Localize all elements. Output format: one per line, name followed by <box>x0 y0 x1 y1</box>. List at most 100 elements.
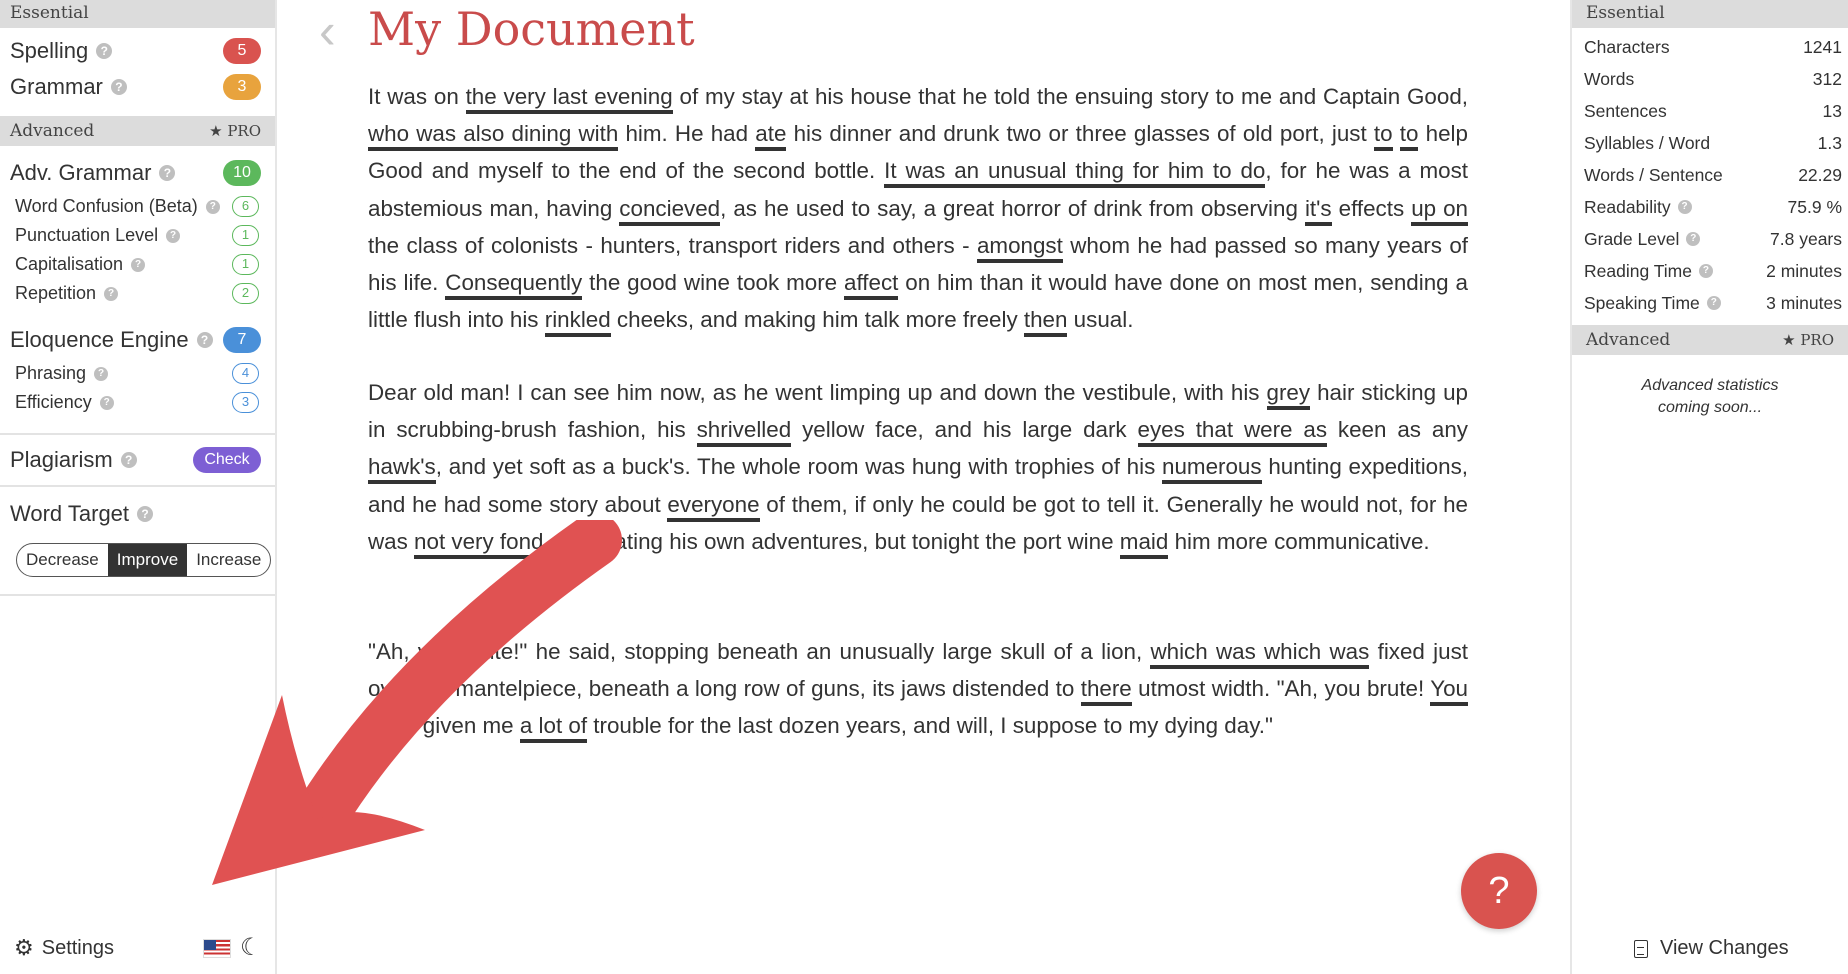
suggestion-highlight[interactable]: which was which was <box>1150 639 1370 669</box>
suggestion-highlight[interactable]: up on <box>1411 195 1469 226</box>
suggestion-highlight[interactable]: hawk's <box>368 454 436 485</box>
repetition-row[interactable]: Repetition ? 2 <box>0 279 275 308</box>
stat-syllables-per-word: Syllables / Word 1.3 <box>1584 132 1842 153</box>
suggestion-highlight[interactable]: a lot of <box>519 713 588 744</box>
suggestion-highlight[interactable]: it's <box>1304 195 1332 226</box>
help-question-icon[interactable]: ? <box>99 395 114 410</box>
suggestion-highlight[interactable]: to <box>1399 121 1419 152</box>
help-question-icon[interactable]: ? <box>1698 264 1713 278</box>
text-run: his dinner and drunk two or three glasse… <box>786 121 1374 147</box>
stat-words-per-sentence: Words / Sentence 22.29 <box>1584 164 1842 185</box>
plagiarism-check-button[interactable]: Check <box>193 447 261 473</box>
improve-button[interactable]: Improve <box>107 544 188 576</box>
moon-icon[interactable]: ☾ <box>240 933 262 962</box>
spelling-row[interactable]: Spelling ? 5 <box>0 32 275 70</box>
document-title[interactable]: My Document <box>368 0 695 58</box>
help-question-icon[interactable]: ? <box>96 43 113 59</box>
suggestion-highlight[interactable]: then <box>1023 307 1068 338</box>
text-run: utmost width. "Ah, you brute! <box>1131 676 1431 702</box>
text-run: keen as any <box>1327 417 1468 443</box>
suggestion-highlight[interactable]: to <box>1373 121 1393 152</box>
punctuation-count: 1 <box>232 225 259 246</box>
spelling-label: Spelling <box>10 38 89 63</box>
help-question-icon[interactable]: ? <box>205 199 220 214</box>
suggestion-highlight[interactable]: maid <box>1119 528 1169 559</box>
help-button[interactable]: ? <box>1461 853 1537 929</box>
text-run: , and yet soft as a buck's. The whole ro… <box>435 454 1163 480</box>
suggestion-highlight[interactable]: there <box>1080 676 1132 707</box>
phrasing-row[interactable]: Phrasing ? 4 <box>0 359 275 388</box>
us-flag-icon[interactable] <box>203 939 231 958</box>
essential-header: Essential <box>0 0 275 28</box>
suggestion-highlight[interactable]: You <box>1430 676 1468 707</box>
punctuation-label: Punctuation Level <box>15 225 159 245</box>
chevron-left-icon[interactable]: ‹ <box>319 6 336 56</box>
phrasing-count: 4 <box>232 363 259 384</box>
divider <box>0 594 275 596</box>
suggestion-highlight[interactable]: concieved <box>619 195 721 226</box>
suggestion-highlight[interactable]: ate <box>755 121 787 152</box>
help-question-icon[interactable]: ? <box>110 78 127 95</box>
help-question-icon[interactable]: ? <box>1706 296 1721 310</box>
help-question-icon[interactable]: ? <box>137 506 154 522</box>
suggestion-highlight[interactable]: everyone <box>667 491 760 522</box>
paragraph-2[interactable]: Dear old man! I can see him now, as he w… <box>368 374 1468 560</box>
suggestion-highlight[interactable]: the very last evening <box>465 84 673 114</box>
suggestion-highlight[interactable]: who was also dining with <box>368 121 619 152</box>
help-question-icon[interactable]: ? <box>166 228 181 243</box>
help-question-icon[interactable]: ? <box>1686 232 1701 246</box>
stat-grade-level: Grade Level? 7.8 years <box>1584 228 1842 249</box>
help-question-icon[interactable]: ? <box>94 366 109 381</box>
text-run: the class of colonists - hunters, transp… <box>368 232 977 258</box>
suggestion-highlight[interactable]: affect <box>844 270 899 301</box>
help-question-icon[interactable]: ? <box>196 332 213 348</box>
text-run: effects <box>1331 195 1412 221</box>
left-sidebar: Essential Spelling ? 5 Grammar ? 3 Advan… <box>0 0 277 974</box>
advanced-header-label: Advanced <box>10 121 95 141</box>
increase-button[interactable]: Increase <box>187 544 270 576</box>
plagiarism-label: Plagiarism <box>10 447 113 472</box>
help-question-icon[interactable]: ? <box>120 452 137 468</box>
help-question-icon[interactable]: ? <box>104 286 119 301</box>
suggestion-highlight[interactable]: rinkled <box>544 307 611 338</box>
help-question-icon[interactable]: ? <box>159 165 176 181</box>
suggestion-highlight[interactable]: not very fond <box>414 528 544 559</box>
help-question-icon[interactable]: ? <box>1677 200 1692 214</box>
capitalisation-row[interactable]: Capitalisation ? 1 <box>0 250 275 279</box>
repetition-label: Repetition <box>15 283 97 303</box>
text-run: usual. <box>1067 307 1134 333</box>
stat-speaking-time: Speaking Time? 3 minutes <box>1584 292 1842 313</box>
text-run: him. He had <box>618 121 756 147</box>
text-run: Dear old man! I can see him now, as he w… <box>368 380 1267 405</box>
document-icon <box>1634 939 1648 958</box>
suggestion-highlight[interactable]: It was an unusual thing for him to do <box>884 158 1266 189</box>
suggestion-highlight[interactable]: shrivelled <box>696 417 792 448</box>
decrease-button[interactable]: Decrease <box>17 544 108 576</box>
eloquence-row[interactable]: Eloquence Engine ? 7 <box>0 321 275 359</box>
grammar-row[interactable]: Grammar ? 3 <box>0 70 275 103</box>
word-confusion-label: Word Confusion (Beta) <box>15 196 198 216</box>
view-changes-button[interactable]: View Changes <box>1634 937 1789 960</box>
phrasing-label: Phrasing <box>15 363 87 383</box>
efficiency-row[interactable]: Efficiency ? 3 <box>0 388 275 417</box>
paragraph-3[interactable]: "Ah, you brute!" he said, stopping benea… <box>368 633 1468 745</box>
stat-words: Words 312 <box>1584 68 1842 89</box>
paragraph-1[interactable]: It was on the very last evening of my st… <box>368 78 1469 338</box>
editor-area: ‹ My Document It was on the very last ev… <box>279 0 1570 974</box>
suggestion-highlight[interactable]: Consequently <box>445 270 583 301</box>
settings-button[interactable]: ⚙ Settings <box>14 935 114 961</box>
adv-grammar-label: Adv. Grammar <box>10 160 152 185</box>
word-confusion-row[interactable]: Word Confusion (Beta) ? 6 <box>0 192 275 221</box>
stat-readability: Readability? 75.9 % <box>1584 196 1842 217</box>
help-question-icon[interactable]: ? <box>131 257 146 272</box>
suggestion-highlight[interactable]: grey <box>1266 380 1311 410</box>
suggestion-highlight[interactable]: amongst <box>976 232 1063 263</box>
word-target-toggle: Decrease Improve Increase <box>16 543 272 577</box>
adv-grammar-row[interactable]: Adv. Grammar ? 10 <box>0 154 275 192</box>
suggestion-highlight[interactable]: numerous <box>1162 454 1262 485</box>
suggestion-highlight[interactable]: eyes that were as <box>1137 417 1328 448</box>
text-run: of my stay at his house that he told the… <box>672 84 1469 109</box>
punctuation-row[interactable]: Punctuation Level ? 1 <box>0 221 275 250</box>
gear-icon: ⚙ <box>14 935 34 960</box>
advanced-stats-header: Advanced ★ PRO <box>1572 325 1848 355</box>
